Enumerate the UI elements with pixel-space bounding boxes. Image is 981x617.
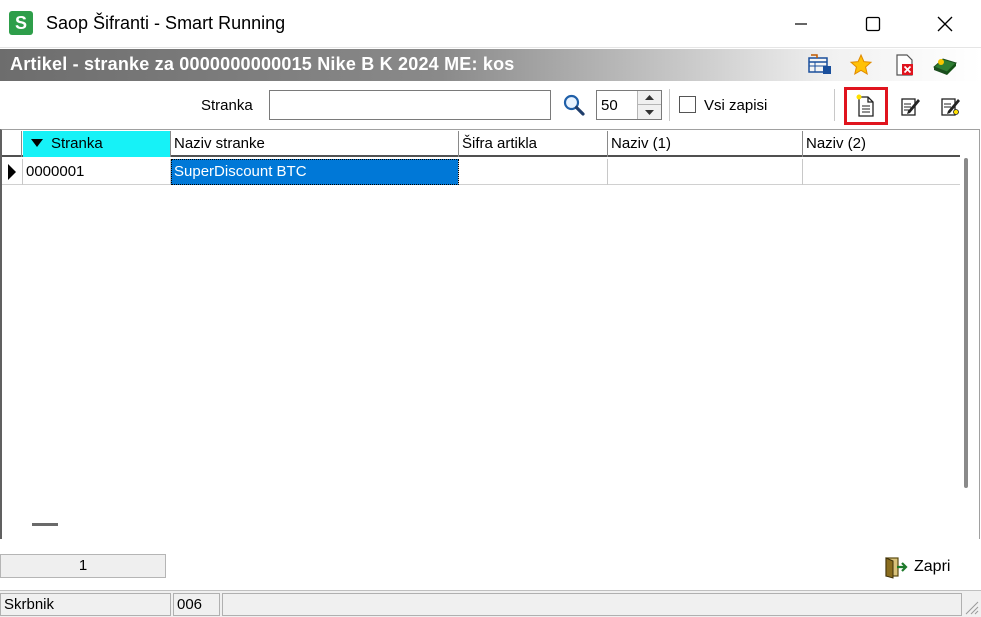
horizontal-scrollbar-thumb[interactable] [32,523,58,526]
status-user: Skrbnik [0,593,171,616]
column-header-label: Stranka [51,135,103,152]
record-count: 1 [0,554,166,578]
table-view-icon [808,54,831,74]
delete-doc-icon [896,54,913,76]
minimize-button[interactable] [765,0,837,48]
column-header-stranka[interactable]: Stranka [23,131,171,157]
column-header-naziv-2[interactable]: Naziv (2) [803,131,960,157]
status-message [222,593,962,616]
stepper-down-button[interactable] [638,105,661,119]
new-document-icon [856,94,874,117]
cell-sifra-artikla[interactable] [459,159,608,185]
sort-descending-icon [31,139,43,148]
stepper-buttons [637,91,661,119]
toolbar: Stranka 50 Vsi zapisi [0,81,981,129]
page-title: Artikel - stranke za 0000000000015 Nike … [10,54,515,74]
table-view-button[interactable] [806,52,834,78]
close-icon [937,16,953,32]
vertical-scrollbar-thumb[interactable] [964,158,968,488]
grid-header: Stranka Naziv stranke Šifra artikla Nazi… [2,131,960,157]
arrow-up-icon [645,95,654,100]
copy-record-button[interactable] [928,87,972,125]
status-code: 006 [173,593,220,616]
header-band: Artikel - stranke za 0000000000015 Nike … [0,49,981,81]
record-limit-value[interactable]: 50 [601,97,618,114]
footer: 1 Zapri [0,540,981,592]
maximize-button[interactable] [837,0,909,48]
copy-document-icon [941,98,960,116]
close-door-icon [885,557,908,579]
close-button-label: Zapri [914,558,951,575]
close-window-button[interactable] [909,0,981,48]
current-row-arrow-icon [8,164,16,180]
search-button[interactable] [560,91,588,119]
minimize-icon [795,23,807,25]
vsi-zapisi-label[interactable]: Vsi zapisi [704,97,767,114]
cell-stranka[interactable]: 0000001 [23,159,171,185]
vertical-scrollbar[interactable] [960,158,978,510]
stepper-up-button[interactable] [638,91,661,105]
column-header-sifra-artikla[interactable]: Šifra artikla [459,131,608,157]
edit-record-button[interactable] [888,87,932,125]
delete-record-button[interactable] [891,52,919,78]
search-icon [563,94,585,116]
column-header-naziv-1[interactable]: Naziv (1) [608,131,803,157]
close-button[interactable]: Zapri [882,552,950,582]
title-bar: S Saop Šifranti - Smart Running [0,0,981,48]
favorite-button[interactable] [847,52,875,78]
stranka-search-input[interactable] [269,90,551,120]
toolbar-separator [834,89,835,121]
cell-naziv-1[interactable] [608,159,803,185]
arrow-down-icon [645,109,654,115]
vsi-zapisi-checkbox[interactable] [679,96,696,113]
resize-grip-icon[interactable] [963,599,979,615]
maximize-icon [865,16,881,32]
cell-naziv-stranke[interactable]: SuperDiscount BTC [171,159,459,185]
stranka-label: Stranka [201,97,253,114]
new-record-button[interactable] [844,87,888,125]
status-bar: Skrbnik 006 [0,590,981,617]
edit-document-icon [901,98,920,116]
export-button[interactable] [931,52,959,78]
toolbar-separator [669,89,670,121]
cell-naziv-2[interactable] [803,159,960,185]
column-header-naziv-stranke[interactable]: Naziv stranke [171,131,459,157]
data-grid[interactable]: Stranka Naziv stranke Šifra artikla Nazi… [0,129,980,539]
record-limit-stepper[interactable]: 50 [596,90,662,120]
window-title: Saop Šifranti - Smart Running [46,13,286,33]
star-icon [849,53,873,76]
row-indicator[interactable] [2,159,23,185]
table-row[interactable]: 0000001 SuperDiscount BTC [2,159,960,185]
row-indicator-header [2,131,22,157]
export-books-icon [933,58,957,75]
app-logo-icon: S [9,11,33,35]
